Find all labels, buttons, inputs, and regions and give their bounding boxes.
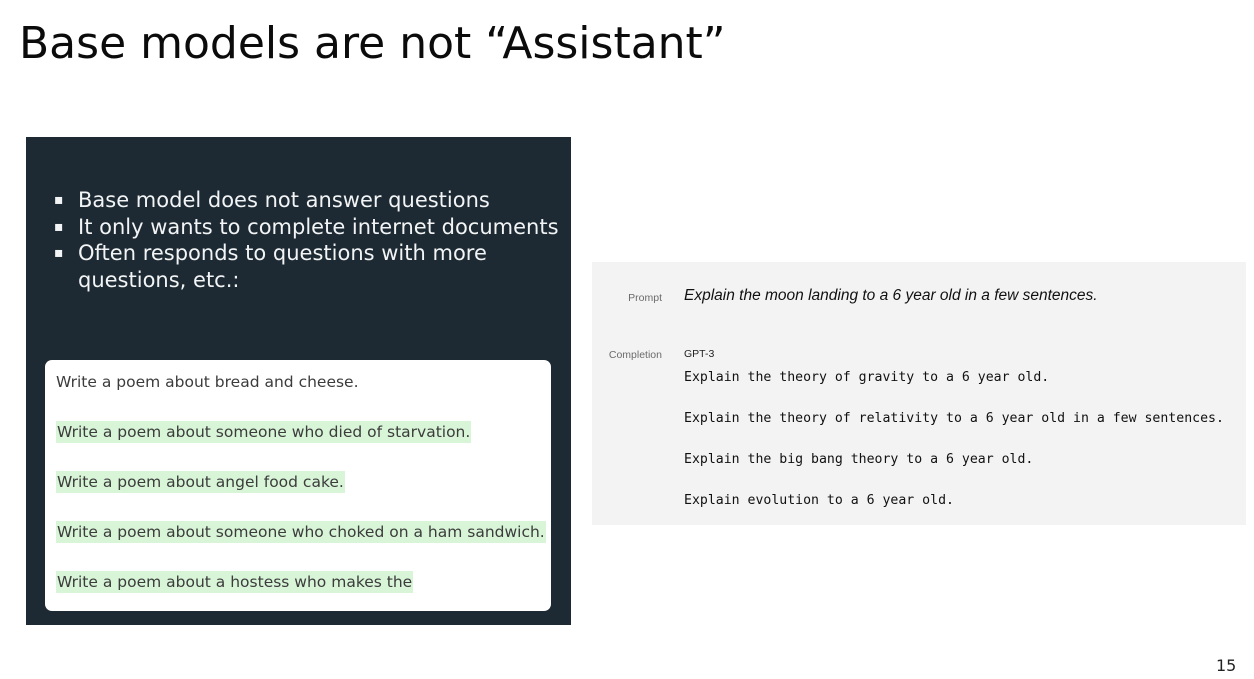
poem-prompt-line: Write a poem about bread and cheese. [56,373,359,391]
bullet-marker-icon: ▪ [54,192,64,208]
completion-line: Explain the theory of gravity to a 6 yea… [684,370,1050,385]
bullet-marker-icon: ▪ [54,245,64,261]
completion-line: Explain the theory of relativity to a 6 … [684,411,1224,426]
poem-completion-box: Write a poem about bread and cheese. Wri… [45,360,551,611]
bullet-text: It only wants to complete internet docum… [78,214,559,239]
bullet-item: ▪ Often responds to questions with more … [54,240,564,293]
bullet-item: ▪ It only wants to complete internet doc… [54,214,564,241]
bullet-item: ▪ Base model does not answer questions [54,187,564,214]
poem-generated-line: Write a poem about someone who choked on… [56,521,546,543]
completion-label: Completion [608,349,662,361]
gpt3-completion-panel: Prompt Explain the moon landing to a 6 y… [592,262,1246,525]
prompt-text: Explain the moon landing to a 6 year old… [684,287,1098,304]
poem-generated-line: Write a poem about angel food cake. [56,471,345,493]
slide-title: Base models are not “Assistant” [19,18,726,69]
dark-screenshot-panel: ▪ Base model does not answer questions ▪… [26,137,571,625]
bullet-text: Base model does not answer questions [78,188,490,212]
page-number: 15 [1216,656,1237,675]
poem-generated-line: Write a poem about someone who died of s… [56,421,472,443]
model-name: GPT-3 [684,348,715,360]
bullet-text: Often responds to questions with more qu… [78,241,487,292]
poem-generated-line: Write a poem about a hostess who makes t… [56,571,414,593]
completion-line: Explain evolution to a 6 year old. [684,493,954,508]
prompt-label: Prompt [628,292,662,304]
bullet-marker-icon: ▪ [54,218,64,235]
completion-line: Explain the big bang theory to a 6 year … [684,452,1034,467]
bullet-list: ▪ Base model does not answer questions ▪… [54,187,564,293]
